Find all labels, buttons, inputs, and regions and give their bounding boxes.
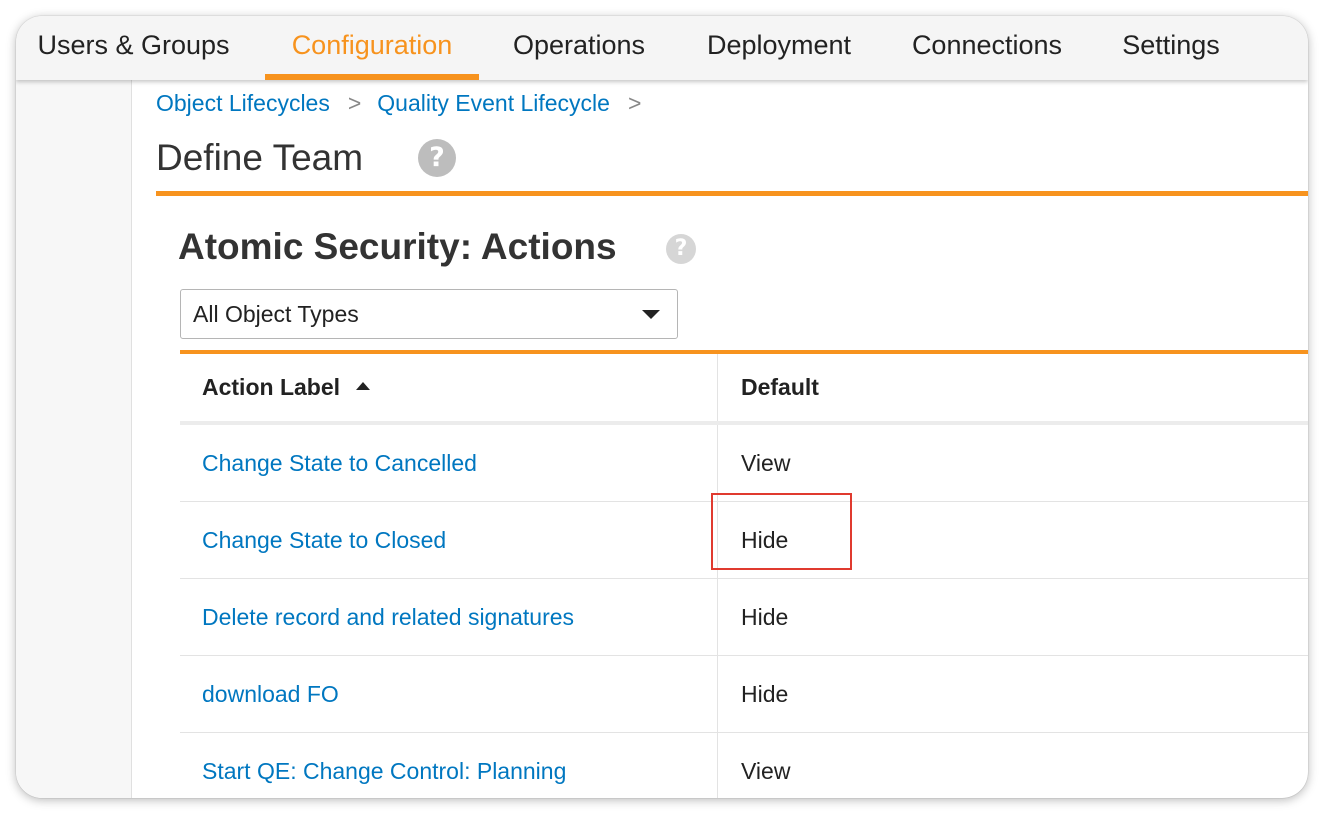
- tab-users-groups[interactable]: Users & Groups: [34, 16, 233, 80]
- action-label-link[interactable]: download FO: [202, 681, 339, 708]
- question-circle-icon[interactable]: ?: [666, 234, 696, 264]
- app-window: Users & Groups Configuration Operations …: [16, 16, 1308, 798]
- object-type-select-value: All Object Types: [193, 301, 359, 327]
- title-divider: [156, 191, 1308, 196]
- table-row: download FO Hide: [180, 656, 1308, 733]
- question-circle-icon[interactable]: ?: [418, 139, 456, 177]
- left-gutter: [16, 80, 132, 798]
- default-value[interactable]: View: [741, 758, 790, 785]
- caret-down-icon: [642, 310, 660, 319]
- breadcrumb-object-lifecycles[interactable]: Object Lifecycles: [156, 90, 330, 116]
- table-row: Delete record and related signatures Hid…: [180, 579, 1308, 656]
- breadcrumb-separator: >: [347, 90, 362, 116]
- tab-connections[interactable]: Connections: [909, 16, 1065, 80]
- default-value[interactable]: Hide: [741, 681, 788, 708]
- table-row: Change State to Cancelled View: [180, 425, 1308, 502]
- page-title: Define Team: [156, 137, 364, 178]
- caret-up-icon: [356, 381, 371, 390]
- breadcrumb-quality-event-lifecycle[interactable]: Quality Event Lifecycle: [377, 90, 610, 116]
- section-title: Atomic Security: Actions: [178, 226, 617, 267]
- breadcrumb-separator: >: [627, 90, 642, 116]
- action-label-link[interactable]: Start QE: Change Control: Planning: [202, 758, 566, 785]
- action-label-link[interactable]: Change State to Cancelled: [202, 450, 477, 477]
- actions-table: Action Label Default Change State to Can…: [180, 350, 1308, 798]
- default-value[interactable]: View: [741, 450, 790, 477]
- tab-settings[interactable]: Settings: [1121, 16, 1221, 80]
- table-row: Change State to Closed Hide: [180, 502, 1308, 579]
- action-label-link[interactable]: Change State to Closed: [202, 527, 446, 554]
- column-header-default[interactable]: Default: [717, 354, 1308, 421]
- default-value[interactable]: Hide: [741, 527, 788, 554]
- tab-operations[interactable]: Operations: [511, 16, 647, 80]
- column-header-action-label[interactable]: Action Label: [202, 354, 712, 421]
- object-type-select[interactable]: All Object Types: [180, 289, 678, 339]
- default-value[interactable]: Hide: [741, 604, 788, 631]
- action-label-link[interactable]: Delete record and related signatures: [202, 604, 574, 631]
- table-row: Start QE: Change Control: Planning View: [180, 733, 1308, 798]
- active-tab-indicator: [265, 74, 479, 80]
- breadcrumb: Object Lifecycles > Quality Event Lifecycl…: [156, 86, 657, 120]
- table-header-row: Action Label Default: [180, 354, 1308, 425]
- tab-configuration[interactable]: Configuration: [265, 16, 479, 80]
- top-navigation: Users & Groups Configuration Operations …: [16, 16, 1308, 80]
- tab-deployment[interactable]: Deployment: [704, 16, 854, 80]
